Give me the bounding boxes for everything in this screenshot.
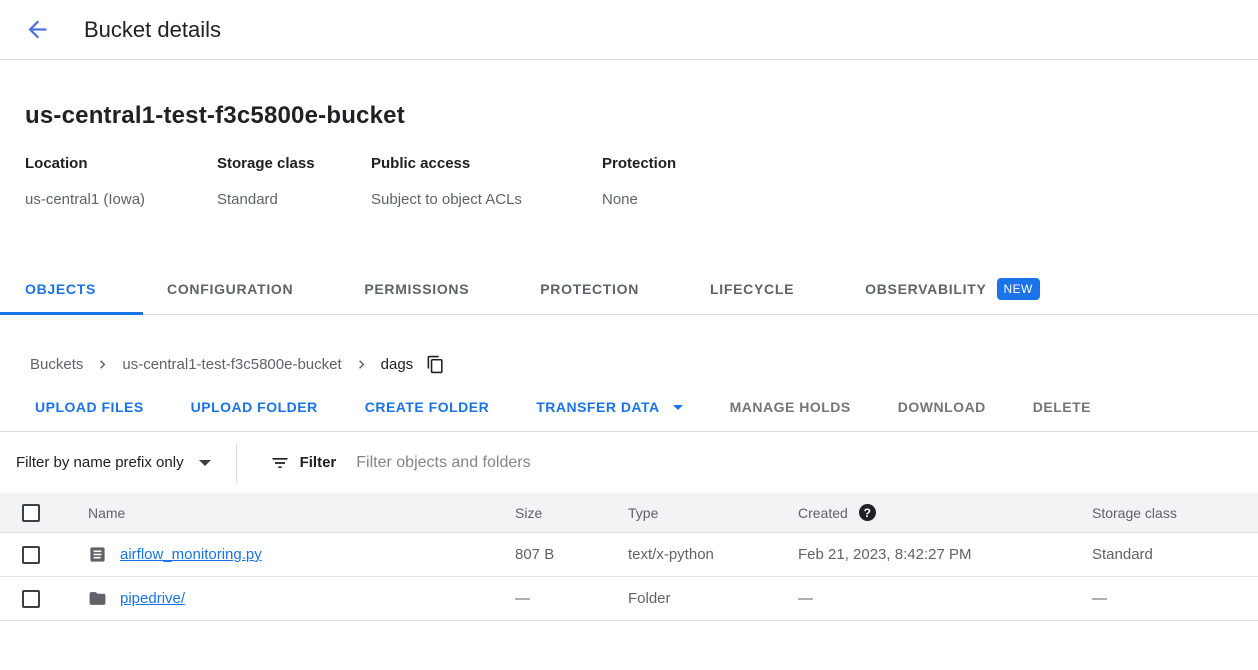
back-button[interactable] <box>22 15 52 45</box>
column-size: Size <box>515 505 628 521</box>
create-folder-button[interactable]: CREATE FOLDER <box>365 399 489 415</box>
row-size: — <box>515 590 628 607</box>
bucket-meta: Location us-central1 (Iowa) Storage clas… <box>25 154 1258 210</box>
vertical-divider <box>236 443 237 483</box>
row-checkbox[interactable] <box>22 546 40 564</box>
bucket-summary: us-central1-test-f3c5800e-bucket Locatio… <box>0 60 1258 210</box>
filter-label: Filter <box>300 454 337 471</box>
column-created-label: Created <box>798 505 848 521</box>
header-check-cell <box>0 504 88 522</box>
content-copy-icon <box>426 355 445 374</box>
meta-location: Location us-central1 (Iowa) <box>25 154 217 210</box>
column-name: Name <box>88 505 515 521</box>
column-storage-class: Storage class <box>1092 505 1258 521</box>
row-name-cell: airflow_monitoring.py <box>88 545 515 564</box>
app-bar: Bucket details <box>0 0 1258 60</box>
tab-objects[interactable]: OBJECTS <box>25 281 96 297</box>
arrow-back-icon <box>24 16 51 43</box>
row-created: Feb 21, 2023, 8:42:27 PM <box>798 546 1092 563</box>
upload-files-button[interactable]: UPLOAD FILES <box>35 399 144 415</box>
meta-label: Location <box>25 154 217 174</box>
meta-label: Storage class <box>217 154 371 174</box>
copy-path-button[interactable] <box>426 355 445 374</box>
meta-storage-class: Storage class Standard <box>217 154 371 210</box>
tab-observability[interactable]: OBSERVABILITY NEW <box>865 278 1040 300</box>
page-title: Bucket details <box>84 17 221 43</box>
object-link[interactable]: airflow_monitoring.py <box>120 546 262 563</box>
row-size: 807 B <box>515 546 628 563</box>
help-icon[interactable]: ? <box>859 504 876 521</box>
tab-lifecycle[interactable]: LIFECYCLE <box>710 281 794 297</box>
new-badge: NEW <box>997 278 1040 300</box>
transfer-data-label: TRANSFER DATA <box>536 399 659 415</box>
delete-button[interactable]: DELETE <box>1033 399 1091 415</box>
transfer-data-button[interactable]: TRANSFER DATA <box>536 399 682 415</box>
breadcrumb-bucket-name[interactable]: us-central1-test-f3c5800e-bucket <box>122 356 341 373</box>
meta-value: Standard <box>217 190 371 210</box>
chevron-right-icon <box>353 356 370 373</box>
meta-value: us-central1 (Iowa) <box>25 190 217 210</box>
row-created: — <box>798 590 1092 607</box>
tab-observability-label: OBSERVABILITY <box>865 281 986 297</box>
breadcrumb-buckets[interactable]: Buckets <box>30 356 83 373</box>
row-check-cell <box>0 546 88 564</box>
meta-value: Subject to object ACLs <box>371 190 602 210</box>
row-storage-class: — <box>1092 590 1258 607</box>
row-check-cell <box>0 590 88 608</box>
tab-configuration[interactable]: CONFIGURATION <box>167 281 293 297</box>
file-icon <box>88 545 107 564</box>
active-tab-underline <box>0 312 143 315</box>
meta-label: Protection <box>602 154 676 174</box>
tab-protection[interactable]: PROTECTION <box>540 281 639 297</box>
tab-permissions[interactable]: PERMISSIONS <box>364 281 469 297</box>
row-type: Folder <box>628 590 798 607</box>
filter-bar: Filter by name prefix only Filter <box>0 431 1258 493</box>
download-button[interactable]: DOWNLOAD <box>898 399 986 415</box>
object-link[interactable]: pipedrive/ <box>120 590 185 607</box>
bucket-name: us-central1-test-f3c5800e-bucket <box>25 100 1258 132</box>
folder-icon <box>88 589 107 608</box>
meta-label: Public access <box>371 154 602 174</box>
table-row: airflow_monitoring.py 807 B text/x-pytho… <box>0 533 1258 577</box>
meta-protection: Protection None <box>602 154 676 210</box>
dropdown-caret-icon <box>673 405 683 410</box>
tab-bar: OBJECTS CONFIGURATION PERMISSIONS PROTEC… <box>0 264 1258 315</box>
filter-scope-label: Filter by name prefix only <box>16 454 184 471</box>
manage-holds-button[interactable]: MANAGE HOLDS <box>730 399 851 415</box>
upload-folder-button[interactable]: UPLOAD FOLDER <box>191 399 318 415</box>
table-row: pipedrive/ — Folder — — <box>0 577 1258 621</box>
select-all-checkbox[interactable] <box>22 504 40 522</box>
breadcrumb-current-folder: dags <box>381 356 414 373</box>
row-storage-class: Standard <box>1092 546 1258 563</box>
chevron-right-icon <box>94 356 111 373</box>
objects-table-header: Name Size Type Created ? Storage class <box>0 493 1258 533</box>
row-type: text/x-python <box>628 546 798 563</box>
breadcrumb: Buckets us-central1-test-f3c5800e-bucket… <box>30 355 1258 374</box>
object-toolbar: UPLOAD FILES UPLOAD FOLDER CREATE FOLDER… <box>35 399 1258 415</box>
filter-objects-input[interactable] <box>354 453 914 473</box>
column-created: Created ? <box>798 504 1092 521</box>
filter-scope-dropdown[interactable]: Filter by name prefix only <box>16 454 211 471</box>
meta-public-access: Public access Subject to object ACLs <box>371 154 602 210</box>
row-checkbox[interactable] <box>22 590 40 608</box>
row-name-cell: pipedrive/ <box>88 589 515 608</box>
meta-value: None <box>602 190 676 210</box>
column-type: Type <box>628 505 798 521</box>
filter-list-icon <box>270 453 290 473</box>
dropdown-caret-icon <box>199 460 211 466</box>
